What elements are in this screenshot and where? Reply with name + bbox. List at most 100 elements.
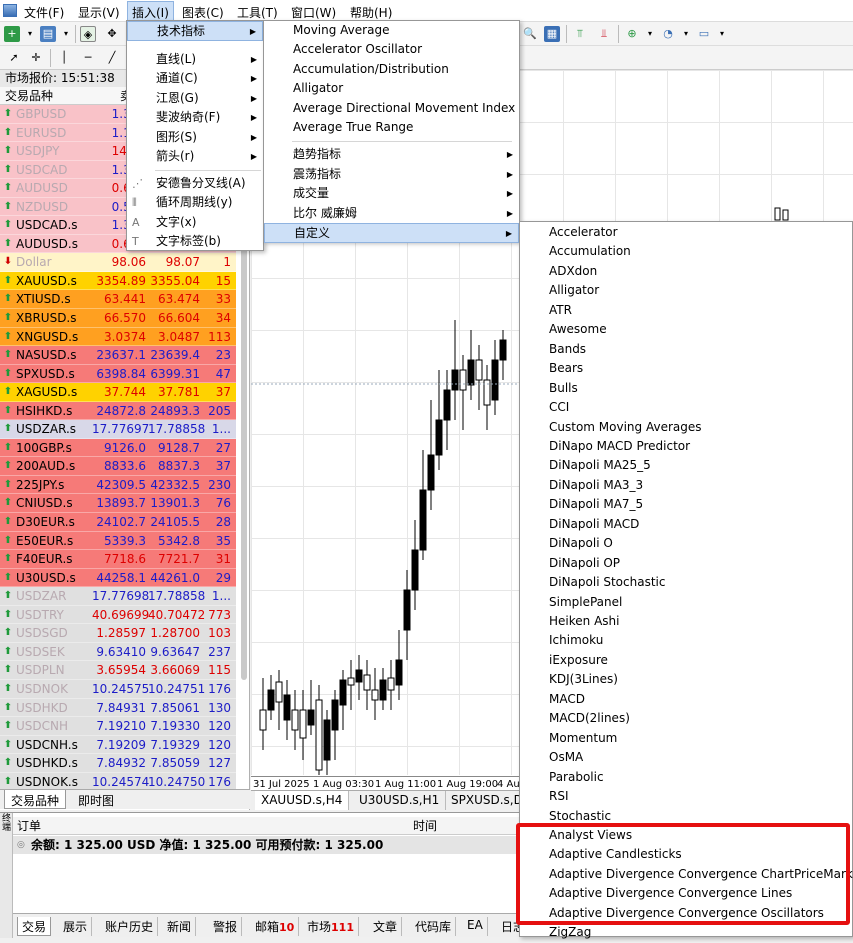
custom-indicator-item[interactable]: MACD	[520, 690, 852, 710]
custom-indicator-item[interactable]: Custom Moving Averages	[520, 418, 852, 438]
periods-icon[interactable]: ◔	[660, 26, 676, 42]
indicators-menu-item[interactable]: Average Directional Movement Index	[264, 99, 519, 119]
indicators-menu-item[interactable]: Alligator	[264, 79, 519, 99]
terminal-tab[interactable]: EA	[463, 917, 488, 936]
dropdown-arrow-icon[interactable]: ▾	[22, 26, 38, 42]
header-order[interactable]: 订单	[17, 817, 41, 835]
market-row[interactable]: ⬇ Dollar 98.06 98.07 1	[0, 253, 236, 272]
terminal-tab[interactable]: 文章	[369, 917, 403, 936]
market-row[interactable]: ⬆ USDPLN 3.65954 3.66069 115	[0, 661, 236, 680]
market-row[interactable]: ⬆ 200AUD.s 8833.6 8837.3 37	[0, 457, 236, 476]
market-row[interactable]: ⬆ XAUUSD.s 3354.89 3355.04 15	[0, 271, 236, 291]
custom-indicator-item[interactable]: DiNapoli MA3_3	[520, 476, 852, 496]
custom-indicator-item[interactable]: DiNapoli MA25_5	[520, 456, 852, 476]
custom-indicator-item[interactable]: SimplePanel	[520, 593, 852, 613]
market-row[interactable]: ⬆ USDZAR.s 17.77697 17.78858 1...	[0, 420, 236, 439]
market-row[interactable]: ⬆ XNGUSD.s 3.0374 3.0487 113	[0, 327, 236, 347]
custom-indicator-item[interactable]: ADXdon	[520, 262, 852, 282]
navigator-icon[interactable]: ✥	[104, 26, 120, 42]
market-row[interactable]: ⬆ USDNOK 10.24575 10.24751 176	[0, 679, 236, 699]
custom-indicator-item[interactable]: CCI	[520, 398, 852, 418]
market-row[interactable]: ⬆ 100GBP.s 9126.0 9128.7 27	[0, 438, 236, 458]
insert-menu-item[interactable]: ⋰ 安德鲁分叉线(A)	[127, 174, 263, 194]
indicators-menu-item[interactable]: Moving Average	[264, 21, 519, 41]
custom-indicator-item[interactable]: Bands	[520, 340, 852, 360]
profiles-icon[interactable]: ▤	[40, 26, 56, 42]
market-row[interactable]: ⬆ USDTRY 40.69699 40.70472 773	[0, 605, 236, 625]
market-row[interactable]: ⬆ USDHKD.s 7.84932 7.85059 127	[0, 754, 236, 773]
custom-indicator-item[interactable]: Alligator	[520, 281, 852, 301]
market-watch-icon[interactable]: ◈	[80, 26, 96, 42]
custom-indicator-item[interactable]: MACD(2lines)	[520, 709, 852, 729]
market-row[interactable]: ⬆ USDHKD 7.84931 7.85061 130	[0, 698, 236, 718]
indicators-menu-item[interactable]: 成交量 ▶	[264, 184, 519, 204]
custom-indicator-item[interactable]: DiNapoli Stochastic	[520, 573, 852, 593]
indicators-menu-item[interactable]: Accelerator Oscillator	[264, 40, 519, 60]
chart-tab-u30usd[interactable]: U30USD.s,H1	[353, 791, 447, 810]
insert-menu-item[interactable]: 江恩(G) ▶	[127, 89, 263, 109]
market-row[interactable]: ⬆ USDCNH.s 7.19209 7.19329 120	[0, 735, 236, 755]
market-row[interactable]: ⬆ XBRUSD.s 66.570 66.604 34	[0, 309, 236, 328]
terminal-tab[interactable]: 市场111	[303, 917, 359, 936]
market-row[interactable]: ⬆ 225JPY.s 42309.5 42332.5 230	[0, 475, 236, 495]
insert-menu-item[interactable]: A 文字(x)	[127, 213, 263, 233]
custom-indicator-item[interactable]: DiNapoli MACD	[520, 515, 852, 535]
terminal-tab[interactable]: 警报	[209, 917, 243, 936]
terminal-tab[interactable]: 邮箱10	[251, 917, 300, 936]
trendline-icon[interactable]: ╱	[104, 50, 120, 66]
market-row[interactable]: ⬆ USDCNH 7.19210 7.19330 120	[0, 717, 236, 736]
insert-menu-item[interactable]: 斐波纳奇(F) ▶	[127, 108, 263, 128]
chart-tab-spxusd[interactable]: SPXUSD.s,D	[445, 791, 530, 810]
insert-menu-item[interactable]: 图形(S) ▶	[127, 128, 263, 148]
new-chart-icon[interactable]: +	[4, 26, 20, 42]
custom-indicator-item[interactable]: DiNapoli O	[520, 534, 852, 554]
menu-help[interactable]: 帮助(H)	[346, 3, 396, 20]
custom-indicator-item[interactable]: RSI	[520, 787, 852, 807]
dropdown-arrow-icon[interactable]: ▾	[678, 26, 694, 42]
dropdown-arrow-icon[interactable]: ▾	[58, 26, 74, 42]
insert-menu-item[interactable]: T 文字标签(b)	[127, 232, 263, 252]
indicators-icon[interactable]: ⊕	[624, 26, 640, 42]
market-row[interactable]: ⬆ E50EUR.s 5339.3 5342.8 35	[0, 531, 236, 551]
zoom-in-icon[interactable]: 🔍	[522, 26, 538, 42]
autoscroll-icon[interactable]: ⫫	[596, 26, 612, 42]
menu-insert[interactable]: 插入(I)	[127, 1, 174, 21]
vertical-line-icon[interactable]: │	[56, 50, 72, 66]
terminal-tab[interactable]: 账户历史	[101, 917, 159, 936]
market-row[interactable]: ⬆ XTIUSD.s 63.441 63.474 33	[0, 290, 236, 310]
terminal-tab[interactable]: 代码库	[411, 917, 457, 936]
crosshair-icon[interactable]: ✛	[28, 50, 44, 66]
custom-indicator-item[interactable]: DiNapo MACD Predictor	[520, 437, 852, 457]
custom-indicator-item[interactable]: Heiken Ashi	[520, 612, 852, 632]
custom-indicator-item[interactable]: KDJ(3Lines)	[520, 670, 852, 690]
header-symbol[interactable]: 交易品种	[5, 89, 53, 103]
custom-indicator-item[interactable]: ZigZag	[520, 923, 852, 943]
market-row[interactable]: ⬆ SPXUSD.s 6398.84 6399.31 47	[0, 364, 236, 384]
market-row[interactable]: ⬆ NASUSD.s 23637.1 23639.4 23	[0, 346, 236, 365]
market-scrollbar[interactable]	[241, 220, 247, 680]
insert-menu-item[interactable]: 通道(C) ▶	[127, 69, 263, 89]
insert-menu-item[interactable]: 直线(L) ▶	[127, 50, 263, 70]
market-row[interactable]: ⬆ U30USD.s 44258.1 44261.0 29	[0, 568, 236, 588]
custom-indicator-item[interactable]: DiNapoli OP	[520, 554, 852, 574]
tab-symbols[interactable]: 交易品种	[4, 790, 67, 809]
dropdown-arrow-icon[interactable]: ▾	[714, 26, 730, 42]
custom-indicator-item[interactable]: DiNapoli MA7_5	[520, 495, 852, 515]
horizontal-line-icon[interactable]: ─	[80, 50, 96, 66]
indicators-menu-item[interactable]: 趋势指标 ▶	[264, 145, 519, 165]
chart-shift-icon[interactable]: ⫪	[572, 26, 588, 42]
market-row[interactable]: ⬆ USDSEK 9.63410 9.63647 237	[0, 642, 236, 662]
terminal-tab[interactable]: 交易	[17, 917, 52, 936]
custom-indicator-item[interactable]: OsMA	[520, 748, 852, 768]
market-row[interactable]: ⬆ XAGUSD.s 37.744 37.781 37	[0, 383, 236, 402]
menu-view[interactable]: 显示(V)	[74, 3, 124, 20]
insert-menu-item[interactable]: ⦀ 循环周期线(y)	[127, 193, 263, 213]
menu-charts[interactable]: 图表(C)	[178, 3, 228, 20]
terminal-tab[interactable]: 展示	[59, 917, 93, 936]
tile-windows-icon[interactable]: ▦	[544, 26, 560, 42]
custom-indicator-item[interactable]: Bears	[520, 359, 852, 379]
indicators-menu-item[interactable]: 比尔 威廉姆 ▶	[264, 204, 519, 224]
market-row[interactable]: ⬆ HSIHKD.s 24872.8 24893.3 205	[0, 401, 236, 421]
custom-indicator-item[interactable]: Awesome	[520, 320, 852, 340]
insert-menu-item[interactable]: 技术指标 ▶	[127, 21, 263, 41]
